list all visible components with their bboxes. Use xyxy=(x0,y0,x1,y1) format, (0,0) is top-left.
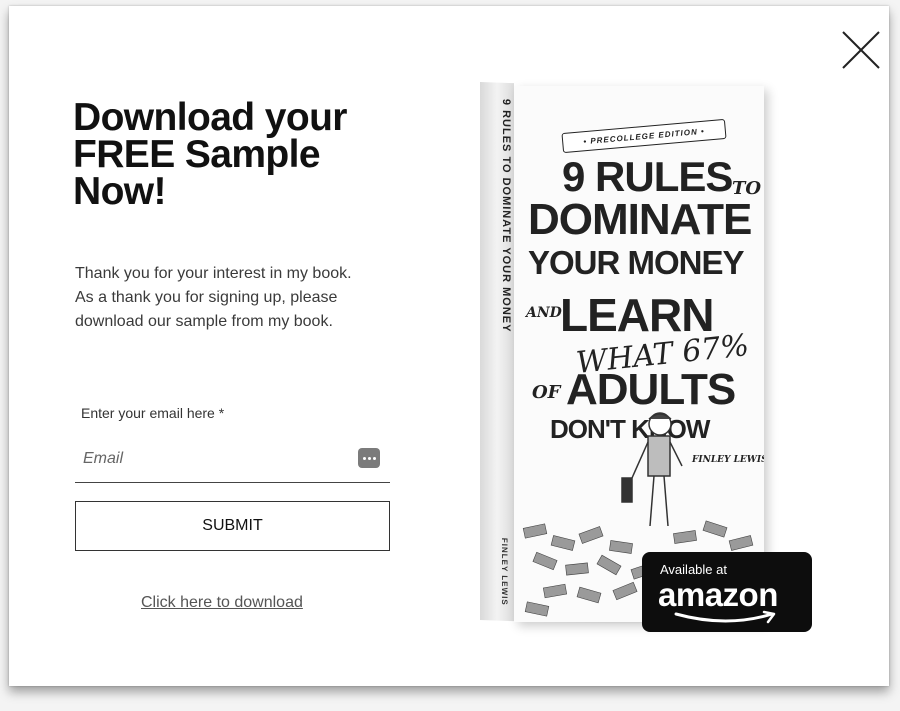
close-button[interactable] xyxy=(839,28,883,72)
headline-line-3: Now! xyxy=(73,170,167,213)
email-label: Enter your email here * xyxy=(81,405,225,421)
spine-author: FINLEY LEWIS xyxy=(500,537,509,606)
book-cover-image: • PRECOLLEGE EDITION • 9 RULES TO DOMINA… xyxy=(514,86,764,622)
submit-button[interactable]: SUBMIT xyxy=(75,501,390,551)
amazon-logo: amazon xyxy=(658,576,778,613)
cover-illustration xyxy=(522,412,754,617)
amazon-smile-icon xyxy=(674,610,776,624)
amazon-badge-small: Available at xyxy=(660,562,727,577)
headline-line-2: FREE Sample xyxy=(73,133,321,176)
spine-title: 9 RULES TO DOMINATE YOUR MONEY xyxy=(500,98,512,333)
intro-text: Thank you for your interest in my book. … xyxy=(75,262,405,334)
intro-line-3: download our sample from my book. xyxy=(75,313,333,330)
download-link[interactable]: Click here to download xyxy=(141,594,303,612)
page-title: Download your FREE Sample Now! xyxy=(73,96,403,213)
book-spine: 9 RULES TO DOMINATE YOUR MONEY FINLEY LE… xyxy=(480,82,514,622)
signup-modal: Download your FREE Sample Now! Thank you… xyxy=(9,6,889,686)
email-field-wrapper xyxy=(75,438,390,483)
intro-line-1: Thank you for your interest in my book. xyxy=(75,265,352,282)
headline-line-1: Download your xyxy=(73,96,347,139)
more-dots-icon[interactable] xyxy=(358,448,380,468)
email-field[interactable] xyxy=(81,446,345,472)
close-icon xyxy=(842,31,880,69)
amazon-badge[interactable]: Available at amazon xyxy=(642,552,812,632)
intro-line-2: As a thank you for signing up, please xyxy=(75,289,338,306)
